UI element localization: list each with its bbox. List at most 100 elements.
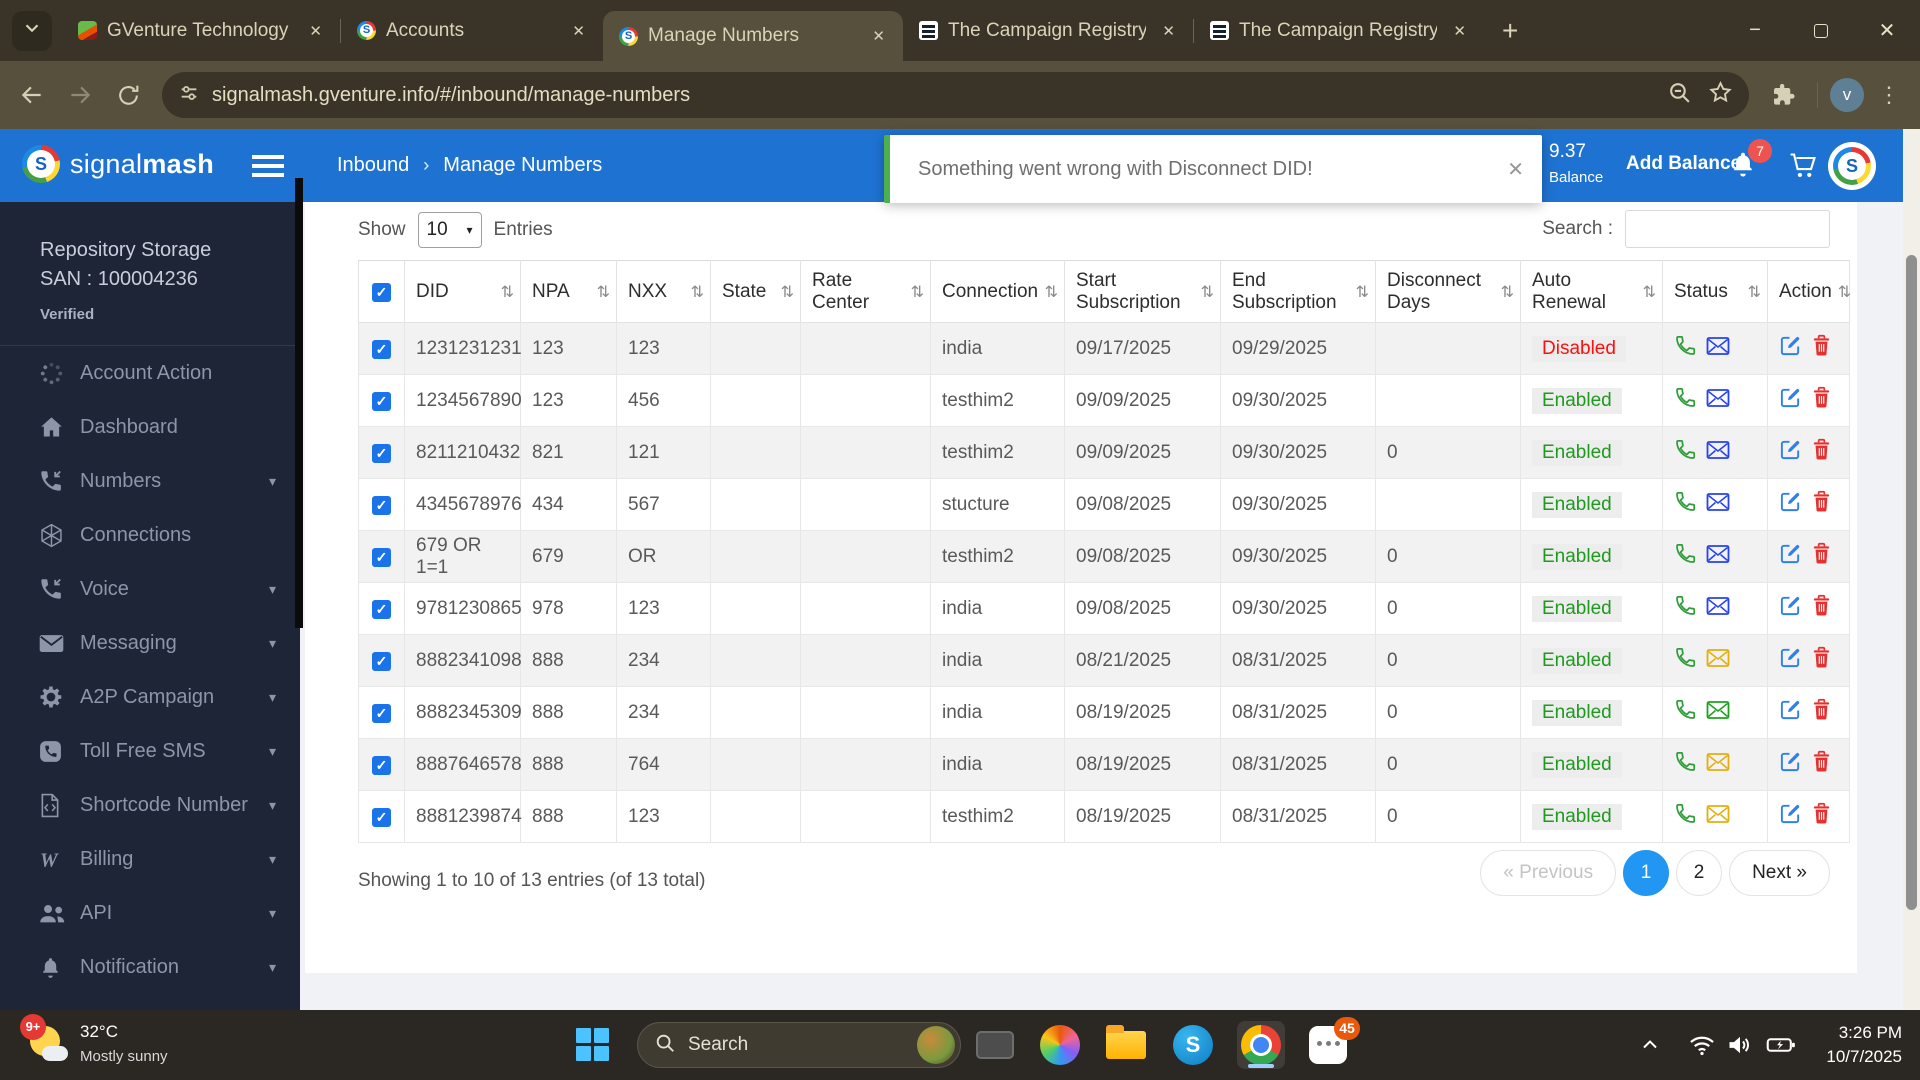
delete-icon[interactable] — [1811, 646, 1832, 675]
tab-search-button[interactable] — [12, 10, 52, 51]
row-checkbox[interactable]: ✓ — [372, 599, 391, 619]
page-scrollbar-thumb[interactable] — [1906, 255, 1917, 910]
column-header[interactable]: NPA ⇅ — [520, 260, 617, 323]
phone-status-icon[interactable] — [1674, 750, 1697, 779]
row-checkbox[interactable]: ✓ — [372, 703, 391, 723]
envelope-status-icon[interactable] — [1706, 648, 1730, 674]
zoom-out-icon[interactable] — [1667, 80, 1692, 110]
edit-icon[interactable] — [1779, 594, 1802, 623]
browser-tab[interactable]: GVenture Technology Pvt. ✕ — [62, 0, 340, 61]
delete-icon[interactable] — [1811, 750, 1832, 779]
sidebar-item-voice[interactable]: Voice ▾ — [0, 562, 300, 616]
row-checkbox[interactable]: ✓ — [372, 443, 391, 463]
envelope-status-icon[interactable] — [1706, 804, 1730, 830]
column-header[interactable]: DID ⇅ — [404, 260, 521, 323]
phone-status-icon[interactable] — [1674, 490, 1697, 519]
phone-status-icon[interactable] — [1674, 386, 1697, 415]
edit-icon[interactable] — [1779, 802, 1802, 831]
edit-icon[interactable] — [1779, 490, 1802, 519]
envelope-status-icon[interactable] — [1706, 388, 1730, 414]
delete-icon[interactable] — [1811, 490, 1832, 519]
column-header[interactable]: Rate Center ⇅ — [800, 260, 931, 323]
sidebar-item-account-action[interactable]: Account Action — [0, 346, 300, 400]
envelope-status-icon[interactable] — [1706, 700, 1730, 726]
weather-condition[interactable]: Mostly sunny — [80, 1048, 168, 1065]
row-checkbox[interactable]: ✓ — [372, 339, 391, 359]
sidebar-item-shortcode-number[interactable]: Shortcode Number ▾ — [0, 778, 300, 832]
sort-icon[interactable]: ⇅ — [1501, 282, 1514, 302]
window-minimize-button[interactable]: − — [1722, 0, 1788, 61]
file-explorer-icon[interactable] — [1102, 1021, 1150, 1069]
skype-app-icon[interactable]: S — [1169, 1021, 1217, 1069]
sidebar-item-billing[interactable]: W Billing ▾ — [0, 832, 300, 886]
taskbar-clock[interactable]: 3:26 PM 10/7/2025 — [1826, 1021, 1902, 1069]
edit-icon[interactable] — [1779, 334, 1802, 363]
sidebar-item-notification[interactable]: Notification ▾ — [0, 940, 300, 994]
search-highlight-image[interactable] — [917, 1026, 955, 1064]
colorful-app-icon[interactable] — [1036, 1021, 1084, 1069]
edit-icon[interactable] — [1779, 386, 1802, 415]
delete-icon[interactable] — [1811, 334, 1832, 363]
edit-icon[interactable] — [1779, 542, 1802, 571]
start-button[interactable] — [576, 1028, 610, 1062]
edit-icon[interactable] — [1779, 698, 1802, 727]
breadcrumb-inbound[interactable]: Inbound — [337, 154, 409, 177]
pagination-next-button[interactable]: Next » — [1729, 850, 1830, 896]
row-checkbox[interactable]: ✓ — [372, 495, 391, 515]
envelope-status-icon[interactable] — [1706, 752, 1730, 778]
edit-icon[interactable] — [1779, 646, 1802, 675]
column-header[interactable]: State ⇅ — [710, 260, 801, 323]
envelope-status-icon[interactable] — [1706, 440, 1730, 466]
sidebar-item-a2p-campaign[interactable]: A2P Campaign ▾ — [0, 670, 300, 724]
row-checkbox[interactable]: ✓ — [372, 807, 391, 827]
phone-status-icon[interactable] — [1674, 594, 1697, 623]
sidebar-item-webhook[interactable]: Webhook — [0, 994, 300, 1011]
taskbar-search[interactable]: Search — [637, 1022, 961, 1068]
sort-icon[interactable]: ⇅ — [597, 282, 610, 302]
page-scrollbar-track[interactable] — [1903, 129, 1920, 1010]
phone-status-icon[interactable] — [1674, 802, 1697, 831]
select-all-checkbox[interactable]: ✓ — [372, 282, 391, 302]
add-balance-button[interactable]: Add Balance — [1626, 153, 1741, 175]
column-header[interactable]: Disconnect Days ⇅ — [1375, 260, 1521, 323]
breadcrumb-manage-numbers[interactable]: Manage Numbers — [443, 154, 602, 177]
phone-status-icon[interactable] — [1674, 334, 1697, 363]
browser-tab[interactable]: The Campaign Registry - ✕ — [903, 0, 1193, 61]
column-header[interactable]: Connection ⇅ — [930, 260, 1065, 323]
phone-status-icon[interactable] — [1674, 438, 1697, 467]
delete-icon[interactable] — [1811, 386, 1832, 415]
tab-close-icon[interactable]: ✕ — [866, 25, 891, 47]
back-button[interactable] — [10, 73, 54, 117]
row-checkbox[interactable]: ✓ — [372, 755, 391, 775]
delete-icon[interactable] — [1811, 802, 1832, 831]
toast-close-icon[interactable]: ✕ — [1507, 157, 1524, 182]
tab-close-icon[interactable]: ✕ — [566, 20, 591, 42]
sort-icon[interactable]: ⇅ — [501, 282, 514, 302]
envelope-status-icon[interactable] — [1706, 336, 1730, 362]
envelope-status-icon[interactable] — [1706, 492, 1730, 518]
row-checkbox[interactable]: ✓ — [372, 547, 391, 567]
sort-icon[interactable]: ⇅ — [911, 282, 924, 302]
envelope-status-icon[interactable] — [1706, 544, 1730, 570]
volume-icon[interactable] — [1726, 1010, 1754, 1080]
sort-icon[interactable]: ⇅ — [1045, 282, 1058, 302]
sidebar-scrollbar[interactable] — [295, 178, 303, 628]
sidebar-item-numbers[interactable]: Numbers ▾ — [0, 454, 300, 508]
account-logo[interactable] — [1828, 142, 1876, 190]
address-bar[interactable]: signalmash.gventure.info/#/inbound/manag… — [162, 72, 1749, 118]
sidebar-item-api[interactable]: API ▾ — [0, 886, 300, 940]
monitor-app-icon[interactable] — [971, 1021, 1019, 1069]
edit-icon[interactable] — [1779, 438, 1802, 467]
sort-icon[interactable]: ⇅ — [1748, 282, 1761, 302]
pagination-previous-button[interactable]: « Previous — [1480, 850, 1617, 896]
window-close-button[interactable]: ✕ — [1854, 0, 1920, 61]
wifi-icon[interactable] — [1688, 1010, 1716, 1080]
phone-status-icon[interactable] — [1674, 698, 1697, 727]
sort-icon[interactable]: ⇅ — [1356, 282, 1369, 302]
column-header[interactable]: Action ⇅ — [1767, 260, 1851, 323]
browser-menu-icon[interactable]: ⋮ — [1868, 82, 1910, 108]
sort-icon[interactable]: ⇅ — [1201, 282, 1214, 302]
sidebar-item-connections[interactable]: Connections — [0, 508, 300, 562]
delete-icon[interactable] — [1811, 594, 1832, 623]
signalmash-logo[interactable]: signalmash — [22, 145, 214, 183]
